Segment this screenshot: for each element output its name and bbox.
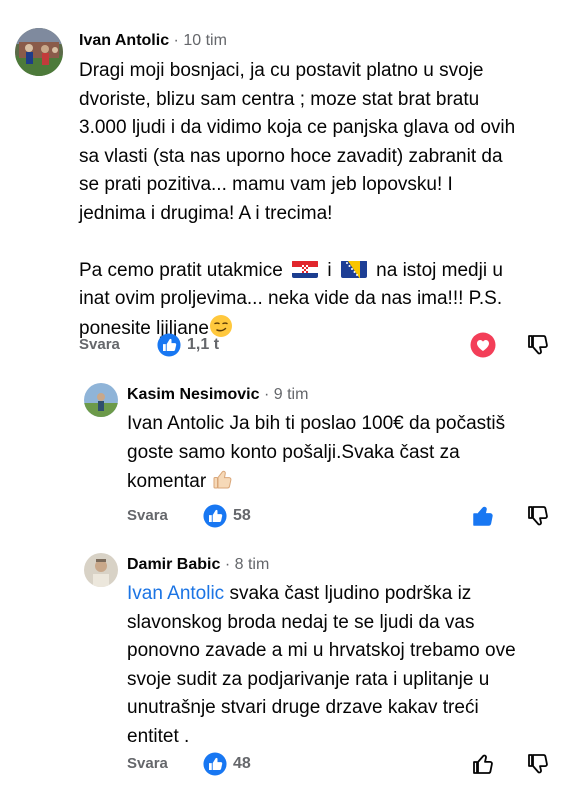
reaction-summary[interactable]: 58: [203, 503, 251, 529]
like-icon: [203, 752, 227, 776]
like-reaction-icon[interactable]: [470, 503, 496, 529]
reply-button[interactable]: Svara: [127, 507, 168, 524]
separator: ·: [173, 32, 179, 49]
text-line: inat ovim proljevima... neka vide da nas…: [79, 288, 503, 309]
author-name[interactable]: Kasim Nesimovic: [127, 386, 260, 403]
thumbs-up-icon[interactable]: [470, 751, 496, 777]
text-line: unutrašnje stvari druge drzave kakav tre…: [127, 697, 479, 718]
comment-actions: Svara 1,1 t: [79, 330, 559, 360]
reaction-count: 58: [233, 507, 251, 524]
comment-text: Ivan Antolic Ja bih ti poslao 100€ da po…: [127, 410, 557, 497]
comment-header: Ivan Antolic · 10 tim: [79, 32, 227, 50]
thumbs-down-icon[interactable]: [525, 332, 551, 358]
reaction-count: 48: [233, 755, 251, 772]
reply-button[interactable]: Svara: [127, 755, 168, 772]
text-line: jednima i drugima! A i trecima!: [79, 202, 333, 224]
comment-header: Kasim Nesimovic · 9 tim: [127, 386, 308, 404]
text-segment: svaka čast ljudino podrška iz: [224, 583, 472, 604]
reaction-summary[interactable]: 1,1 t: [157, 332, 219, 358]
thumbs-up-emoji-icon: [211, 467, 235, 491]
author-name[interactable]: Damir Babic: [127, 556, 220, 573]
text-line: entitet .: [127, 725, 190, 747]
comment-text: Dragi moji bosnjaci, ja cu postavit plat…: [79, 57, 559, 343]
text-line: Ivan Antolic svaka čast ljudino podrška …: [127, 580, 557, 609]
comment-text: Ivan Antolic svaka čast ljudino podrška …: [127, 580, 557, 751]
like-icon: [203, 504, 227, 528]
comment-damir-babic: Damir Babic · 8 tim Ivan Antolic svaka č…: [0, 540, 567, 800]
timestamp[interactable]: 10 tim: [183, 32, 227, 49]
comment-ivan-antolic: Ivan Antolic · 10 tim Dragi moji bosnjac…: [0, 0, 567, 370]
text-line: ponovno zavade a mi u hrvatskoj trebamo …: [127, 640, 516, 661]
reply-button[interactable]: Svara: [79, 336, 120, 353]
reaction-summary[interactable]: 48: [203, 751, 251, 777]
text-line: sa vlasti (sta nas uporno hoce zavadit) …: [79, 145, 503, 167]
author-name[interactable]: Ivan Antolic: [79, 32, 169, 49]
avatar[interactable]: [84, 553, 118, 587]
like-icon: [157, 333, 181, 357]
text-line: komentar: [127, 467, 557, 497]
text-line: svoje sudit za podjarivanje rata i uplit…: [127, 668, 490, 690]
comment-actions: Svara 48: [127, 749, 557, 779]
text-segment: i: [327, 259, 332, 281]
avatar[interactable]: [84, 383, 118, 417]
timestamp[interactable]: 9 tim: [274, 386, 309, 403]
text-line: goste samo konto pošalji.Svaka čast za: [127, 441, 460, 463]
avatar[interactable]: [15, 28, 63, 76]
text-segment: na istoj medji u: [376, 259, 503, 281]
reaction-count: 1,1 t: [187, 336, 220, 353]
comment-kasim-nesimovic: Kasim Nesimovic · 9 tim Ivan Antolic Ja …: [0, 370, 567, 540]
thumbs-down-icon[interactable]: [525, 751, 551, 777]
text-segment: komentar: [127, 471, 207, 492]
mention-link[interactable]: Ivan Antolic: [127, 583, 224, 604]
separator: ·: [263, 386, 270, 403]
croatia-flag-icon: [292, 260, 319, 278]
text-line: Ivan Antolic Ja bih ti poslao 100€ da po…: [127, 413, 506, 434]
text-line: 3.000 ljudi i da vidimo koja ce panjska …: [79, 117, 516, 138]
comment-actions: Svara 58: [127, 501, 557, 531]
bosnia-flag-icon: [340, 260, 367, 278]
comment-header: Damir Babic · 8 tim: [127, 556, 269, 574]
text-line: Dragi moji bosnjaci, ja cu postavit plat…: [79, 60, 484, 81]
text-line: slavonskog broda nedaj te se ljudi da va…: [127, 611, 475, 633]
text-line: Pa cemo pratit utakmice i na istoj medji…: [79, 257, 559, 286]
text-segment: Pa cemo pratit utakmice: [79, 259, 283, 281]
thumbs-down-icon[interactable]: [525, 503, 551, 529]
text-line: se prati pozitiva... mamu vam jeb lopovs…: [79, 174, 453, 195]
timestamp[interactable]: 8 tim: [235, 556, 270, 573]
separator: ·: [224, 556, 231, 573]
love-reaction-icon[interactable]: [470, 332, 496, 358]
text-line: dvoriste, blizu sam centra ; moze stat b…: [79, 88, 480, 110]
